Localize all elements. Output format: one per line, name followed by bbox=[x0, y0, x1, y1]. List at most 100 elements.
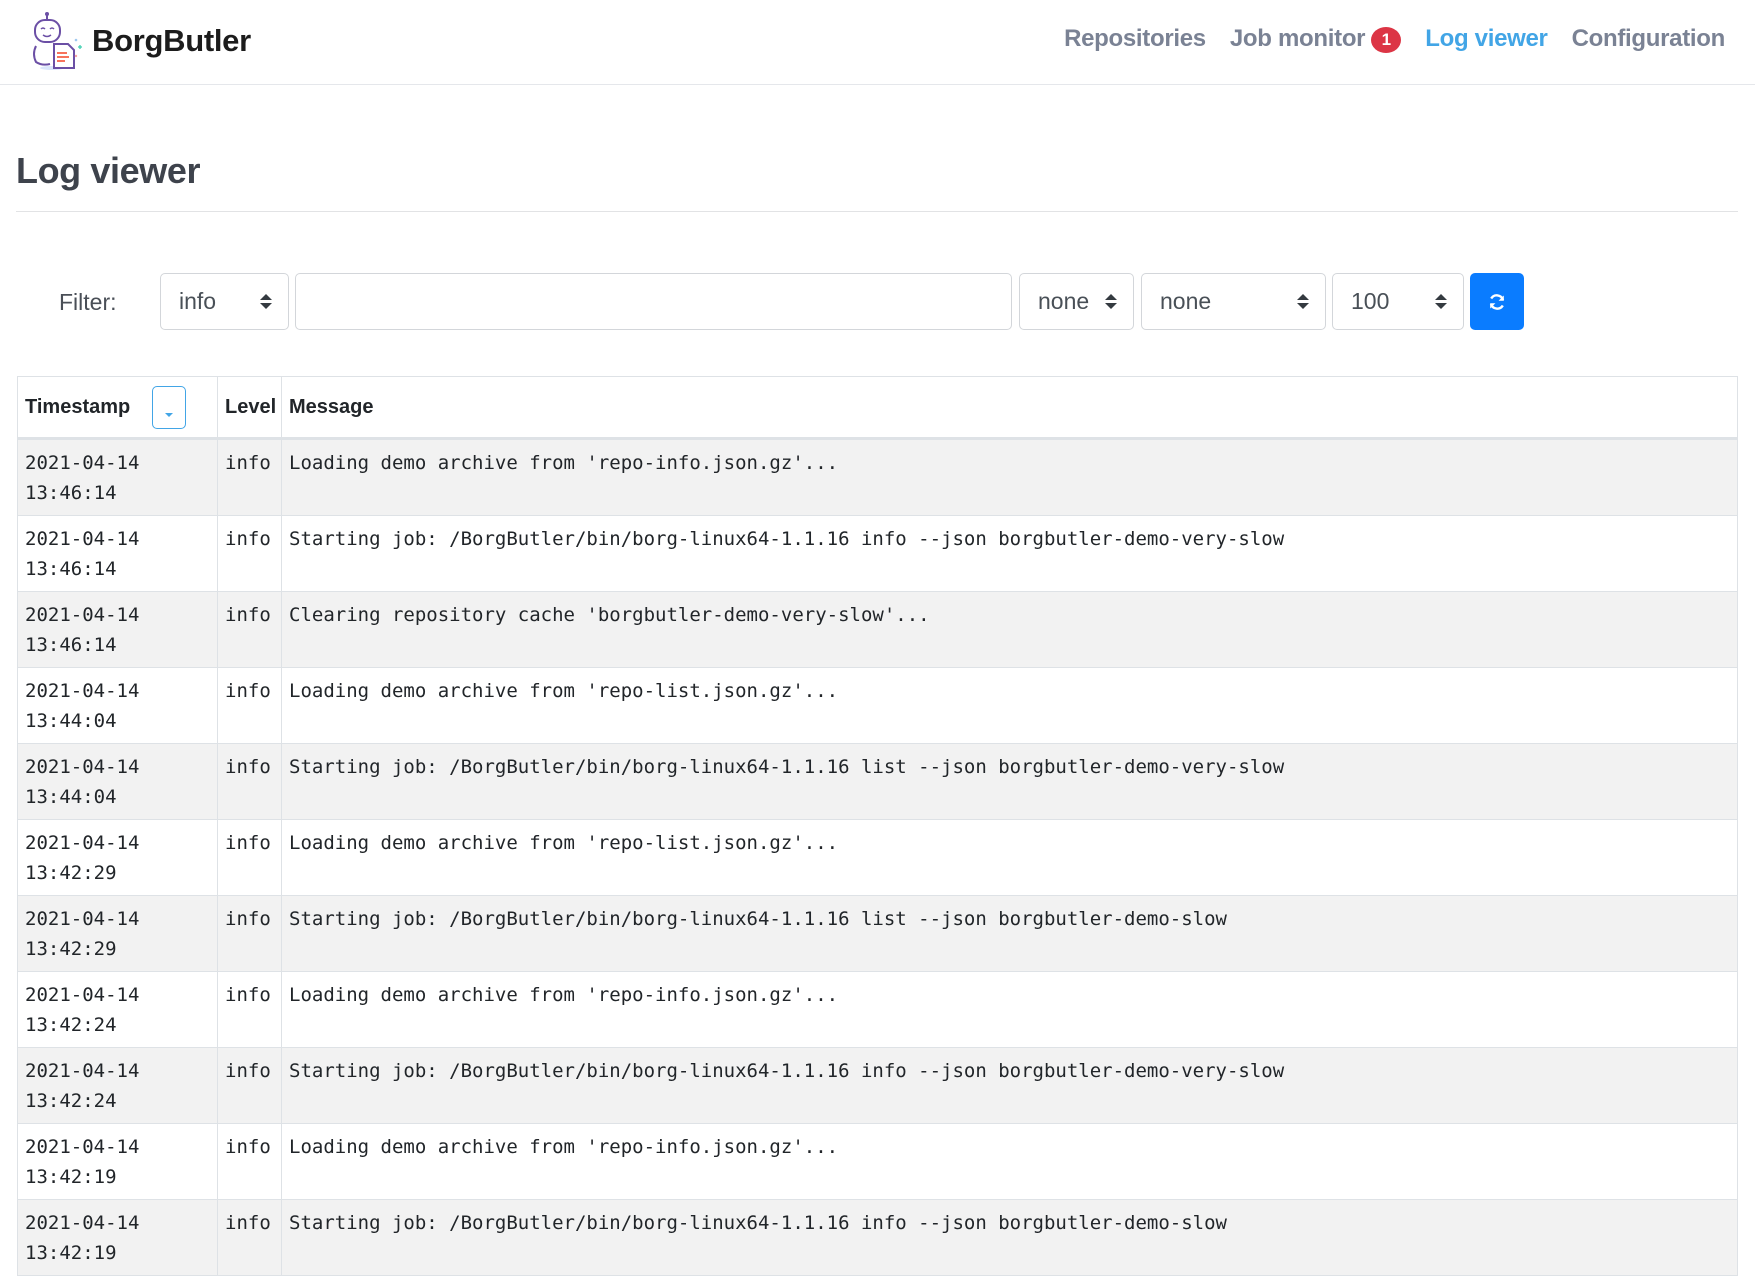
table-row: 2021-04-14 13:42:19 info Starting job: /Bor… bbox=[17, 1199, 1738, 1276]
timestamp-date: 2021-04-14 bbox=[25, 1136, 140, 1158]
table-row: 2021-04-14 13:42:29 info Loading demo archi… bbox=[17, 819, 1738, 896]
search-input[interactable] bbox=[295, 273, 1012, 330]
message-cell: Loading demo archive from 'repo-info.jso… bbox=[281, 1123, 1738, 1200]
brand-name: BorgButler bbox=[92, 23, 251, 58]
timestamp-cell: 2021-04-14 13:46:14 bbox=[17, 515, 218, 592]
filter-select-3[interactable]: none bbox=[1141, 273, 1326, 330]
timestamp-time: 13:46:14 bbox=[25, 558, 117, 580]
select-arrows-icon bbox=[1105, 294, 1117, 310]
timestamp-date: 2021-04-14 bbox=[25, 528, 140, 550]
timestamp-cell: 2021-04-14 13:42:29 bbox=[17, 895, 218, 972]
filter-label: Filter: bbox=[59, 289, 117, 315]
nav-job-monitor-label: Job monitor bbox=[1229, 24, 1366, 52]
message-cell: Starting job: /BorgButler/bin/borg-linux… bbox=[281, 895, 1738, 972]
refresh-button[interactable] bbox=[1470, 273, 1524, 330]
level-cell: info bbox=[217, 1123, 282, 1200]
table-row: 2021-04-14 13:46:14 info Loading demo archi… bbox=[17, 438, 1738, 516]
sort-timestamp-button[interactable] bbox=[151, 385, 186, 429]
nav-repositories[interactable]: Repositories bbox=[1064, 25, 1206, 53]
level-cell: info bbox=[217, 895, 282, 972]
timestamp-time: 13:44:04 bbox=[25, 710, 117, 732]
timestamp-date: 2021-04-14 bbox=[25, 604, 140, 626]
message-cell: Loading demo archive from 'repo-list.jso… bbox=[281, 667, 1738, 744]
timestamp-time: 13:42:19 bbox=[25, 1242, 117, 1264]
level-select[interactable]: info bbox=[160, 273, 289, 330]
message-cell: Starting job: /BorgButler/bin/borg-linux… bbox=[281, 1199, 1738, 1276]
table-row: 2021-04-14 13:46:14 info Clearing repositor… bbox=[17, 591, 1738, 668]
level-cell: info bbox=[217, 515, 282, 592]
message-cell: Loading demo archive from 'repo-info.jso… bbox=[281, 438, 1738, 516]
level-cell: info bbox=[217, 1199, 282, 1276]
message-cell: Starting job: /BorgButler/bin/borg-linux… bbox=[281, 1047, 1738, 1124]
filter-select-3-value: none bbox=[1160, 288, 1212, 314]
message-cell: Loading demo archive from 'repo-list.jso… bbox=[281, 819, 1738, 896]
timestamp-time: 13:46:14 bbox=[25, 482, 117, 504]
limit-select[interactable]: 100 bbox=[1332, 273, 1464, 330]
timestamp-time: 13:42:24 bbox=[25, 1090, 117, 1112]
table-header-row: Timestamp Level Message bbox=[17, 376, 1738, 440]
navbar: BorgButler Repositories Job monitor 1 Log… bbox=[0, 0, 1755, 85]
select-arrows-icon bbox=[1297, 294, 1309, 310]
timestamp-date: 2021-04-14 bbox=[25, 908, 140, 930]
table-row: 2021-04-14 13:42:29 info Starting job: /Bor… bbox=[17, 895, 1738, 972]
nav-log-viewer[interactable]: Log viewer bbox=[1425, 24, 1548, 53]
message-cell: Loading demo archive from 'repo-info.jso… bbox=[281, 971, 1738, 1048]
timestamp-cell: 2021-04-14 13:46:14 bbox=[17, 591, 218, 668]
timestamp-time: 13:42:19 bbox=[25, 1166, 117, 1188]
select-arrows-icon bbox=[1435, 294, 1447, 310]
message-cell: Starting job: /BorgButler/bin/borg-linux… bbox=[281, 743, 1738, 820]
timestamp-date: 2021-04-14 bbox=[25, 452, 140, 474]
timestamp-time: 13:44:04 bbox=[25, 786, 117, 808]
filter-select-2[interactable]: none bbox=[1019, 273, 1134, 330]
title-divider bbox=[16, 211, 1738, 212]
sort-descending-icon bbox=[164, 412, 173, 417]
nav-configuration[interactable]: Configuration bbox=[1571, 24, 1726, 53]
timestamp-cell: 2021-04-14 13:42:29 bbox=[17, 819, 218, 896]
brand[interactable]: BorgButler bbox=[30, 10, 251, 72]
table-row: 2021-04-14 13:42:24 info Loading demo archi… bbox=[17, 971, 1738, 1048]
message-cell: Clearing repository cache 'borgbutler-de… bbox=[281, 591, 1738, 668]
nav-log-viewer-label: Log viewer bbox=[1425, 24, 1548, 52]
message-cell: Starting job: /BorgButler/bin/borg-linux… bbox=[281, 515, 1738, 592]
timestamp-time: 13:42:24 bbox=[25, 1014, 117, 1036]
log-table: Timestamp Level Message 2021-04-14 13:46:… bbox=[17, 376, 1738, 1276]
column-header-timestamp: Timestamp bbox=[17, 376, 218, 440]
robot-document-logo-icon bbox=[33, 12, 82, 70]
timestamp-cell: 2021-04-14 13:42:24 bbox=[17, 971, 218, 1048]
timestamp-cell: 2021-04-14 13:46:14 bbox=[17, 438, 218, 516]
timestamp-date: 2021-04-14 bbox=[25, 1212, 140, 1234]
table-row: 2021-04-14 13:44:04 info Starting job: /Bor… bbox=[17, 743, 1738, 820]
timestamp-cell: 2021-04-14 13:42:19 bbox=[17, 1123, 218, 1200]
timestamp-time: 13:46:14 bbox=[25, 634, 117, 656]
table-row: 2021-04-14 13:42:24 info Starting job: /Bor… bbox=[17, 1047, 1738, 1124]
timestamp-date: 2021-04-14 bbox=[25, 756, 140, 778]
table-row: 2021-04-14 13:42:19 info Loading demo archi… bbox=[17, 1123, 1738, 1200]
timestamp-date: 2021-04-14 bbox=[25, 680, 140, 702]
timestamp-cell: 2021-04-14 13:44:04 bbox=[17, 743, 218, 820]
timestamp-time: 13:42:29 bbox=[25, 862, 117, 884]
timestamp-cell: 2021-04-14 13:42:19 bbox=[17, 1199, 218, 1276]
select-arrows-icon bbox=[260, 294, 272, 310]
column-header-message: Message bbox=[281, 376, 1738, 440]
timestamp-date: 2021-04-14 bbox=[25, 832, 140, 854]
level-cell: info bbox=[217, 819, 282, 896]
level-cell: info bbox=[217, 1047, 282, 1124]
table-row: 2021-04-14 13:44:04 info Loading demo archi… bbox=[17, 667, 1738, 744]
timestamp-date: 2021-04-14 bbox=[25, 984, 140, 1006]
page-title: Log viewer bbox=[16, 150, 201, 191]
nav-repositories-label: Repositories bbox=[1064, 24, 1206, 52]
timestamp-header-label: Timestamp bbox=[25, 395, 131, 418]
refresh-icon bbox=[1489, 293, 1505, 310]
job-count-badge: 1 bbox=[1371, 27, 1402, 53]
timestamp-cell: 2021-04-14 13:44:04 bbox=[17, 667, 218, 744]
nav-job-monitor[interactable]: Job monitor 1 bbox=[1229, 24, 1402, 53]
column-header-level: Level bbox=[217, 376, 282, 440]
main-nav: Repositories Job monitor 1 Log viewer Con… bbox=[1040, 24, 1725, 53]
level-cell: info bbox=[217, 591, 282, 668]
nav-configuration-label: Configuration bbox=[1571, 24, 1726, 52]
level-cell: info bbox=[217, 667, 282, 744]
timestamp-time: 13:42:29 bbox=[25, 938, 117, 960]
level-cell: info bbox=[217, 743, 282, 820]
level-cell: info bbox=[217, 438, 282, 516]
timestamp-cell: 2021-04-14 13:42:24 bbox=[17, 1047, 218, 1124]
